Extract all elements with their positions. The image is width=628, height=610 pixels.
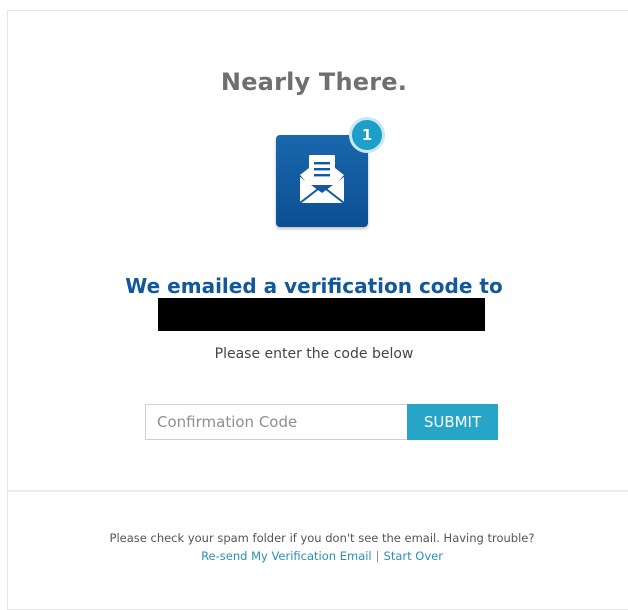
instruction-text: Please enter the code below [214, 346, 414, 362]
email-icon-tile [276, 135, 368, 227]
section-divider [7, 490, 628, 492]
page-title: Nearly There. [220, 68, 408, 96]
confirmation-code-input[interactable] [145, 404, 408, 440]
envelope-letter-icon [299, 155, 345, 204]
notification-badge: 1 [349, 117, 385, 153]
link-separator: | [375, 549, 380, 563]
resend-verification-email-link[interactable]: Re-send My Verification Email [201, 549, 372, 563]
submit-button[interactable]: SUBMIT [407, 404, 498, 440]
spam-folder-help-text: Please check your spam folder if you don… [109, 531, 535, 545]
footer-links: Re-send My Verification Email | Start Over [0, 549, 628, 563]
start-over-link[interactable]: Start Over [384, 549, 443, 563]
verification-headline: We emailed a verification code to [125, 274, 503, 298]
redacted-email-address [158, 298, 485, 331]
